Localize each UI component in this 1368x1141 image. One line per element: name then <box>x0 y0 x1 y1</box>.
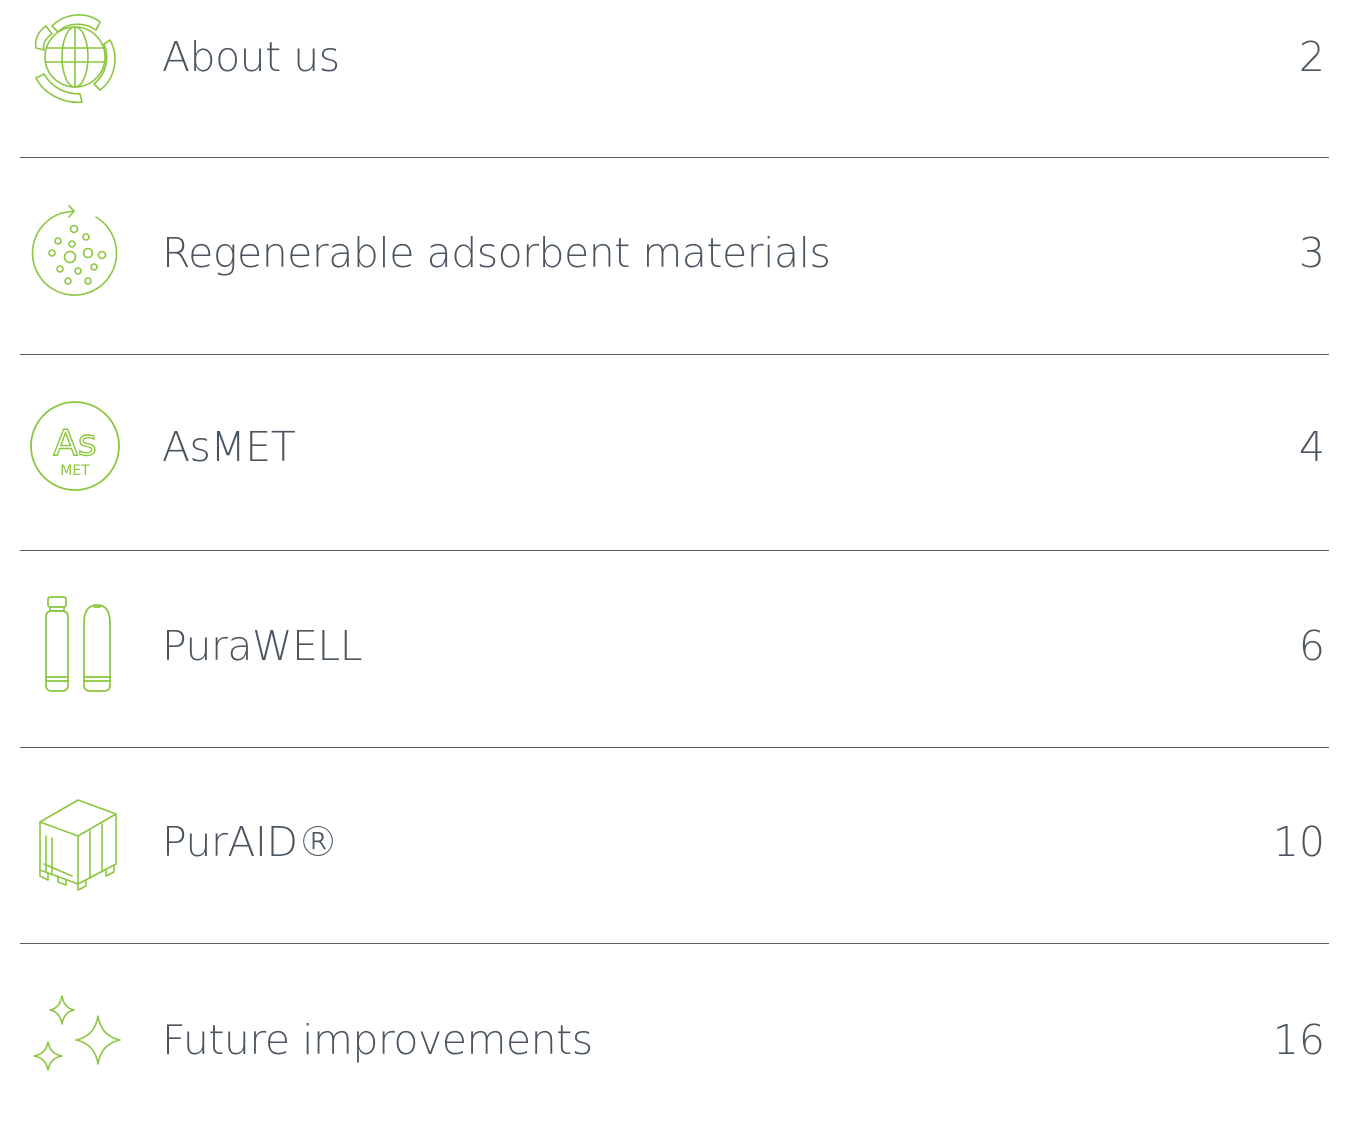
container-unit-icon <box>22 786 128 892</box>
toc-entry-page-number: 16 <box>1272 1016 1325 1064</box>
recycle-globe-icon <box>22 4 128 110</box>
toc-entry-regenerable-adsorbent-materials[interactable]: Regenerable adsorbent materials 3 <box>20 158 1329 355</box>
sparkles-icon <box>22 992 128 1098</box>
asmet-badge-icon: As MET <box>22 393 128 499</box>
toc-entry-title: PurAID® <box>162 818 339 866</box>
filter-cylinders-icon <box>22 593 128 699</box>
svg-text:MET: MET <box>60 463 90 479</box>
toc-entry-page-number: 6 <box>1298 622 1325 670</box>
adsorbent-beads-icon <box>22 199 128 305</box>
toc-entry-purawell[interactable]: PuraWELL 6 <box>20 551 1329 748</box>
table-of-contents: About us 2 Regenerable adsorbent materia… <box>0 0 1368 1076</box>
toc-entry-puraid[interactable]: PurAID® 10 <box>20 748 1329 945</box>
toc-entry-page-number: 3 <box>1298 229 1325 277</box>
toc-entry-title: About us <box>162 33 340 81</box>
toc-entry-title: Future improvements <box>162 1016 593 1064</box>
toc-entry-asmet[interactable]: As MET AsMET 4 <box>20 355 1329 552</box>
toc-entry-future-improvements[interactable]: Future improvements 16 <box>20 944 1329 1141</box>
toc-entry-page-number: 10 <box>1272 818 1325 866</box>
svg-text:As: As <box>53 423 96 464</box>
toc-entry-title: Regenerable adsorbent materials <box>162 229 831 277</box>
toc-entry-title: AsMET <box>162 423 296 471</box>
toc-entry-page-number: 2 <box>1298 33 1325 81</box>
toc-entry-page-number: 4 <box>1298 423 1325 471</box>
toc-entry-title: PuraWELL <box>162 622 363 670</box>
